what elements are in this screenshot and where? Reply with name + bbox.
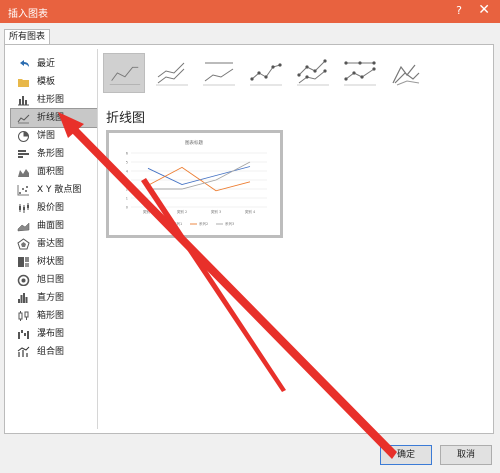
sidebar-item-label: 曲面图 <box>37 221 65 231</box>
histogram-chart-icon <box>18 293 28 303</box>
y-tick-label: 5 <box>126 161 128 165</box>
chart-panel: 最近模板柱形图折线图饼图条形图面积图 X Y 散点图 股价图曲面图雷达图树状图旭日图… <box>4 44 494 434</box>
title-bar: 插入图表 ? ✕ <box>0 0 500 23</box>
sidebar-item-label: 树状图 <box>37 257 65 267</box>
y-tick-label: 3 <box>126 179 128 183</box>
undo-icon <box>20 60 29 67</box>
sidebar-item-column-chart[interactable]: 柱形图 <box>11 91 97 109</box>
sidebar-item-undo[interactable]: 最近 <box>11 55 97 73</box>
sidebar-item-label: 组合图 <box>37 347 65 357</box>
surface-chart-icon <box>17 222 30 232</box>
sidebar-item-stock-chart[interactable]: 股价图 <box>11 199 97 217</box>
subtype-stacked-line[interactable] <box>150 53 192 93</box>
area-chart-icon <box>18 169 29 177</box>
chart-preview[interactable]: 图表标题 6 5 4 3 2 1 0 类别 1 类别 2 类别 3 类别 4 系列1 系列2 系列3 <box>106 130 283 238</box>
sidebar-item-label: 模板 <box>37 77 56 87</box>
sidebar-item-label: 面积图 <box>37 167 65 177</box>
sidebar-item-label: 直方图 <box>37 293 65 303</box>
series-line-1 <box>147 166 251 185</box>
sidebar-item-sunburst-chart[interactable]: 旭日图 <box>11 271 97 289</box>
sidebar-item-folder[interactable]: 模板 <box>11 73 97 91</box>
treemap-chart-icon <box>18 257 29 267</box>
sidebar-item-line-chart[interactable]: 折线图 <box>10 108 98 128</box>
combo-chart-icon <box>17 346 30 357</box>
sidebar-item-label: 旭日图 <box>37 275 65 285</box>
x-tick-label: 类别 1 <box>143 209 153 214</box>
stock-chart-icon <box>19 203 29 213</box>
ok-button[interactable]: 确定 <box>380 445 432 465</box>
sidebar-item-label: 雷达图 <box>37 239 65 249</box>
close-button[interactable]: ✕ <box>478 2 490 18</box>
sidebar-item-label: 最近 <box>37 59 56 69</box>
sidebar-item-combo-chart[interactable]: 组合图 <box>11 343 97 361</box>
sidebar-item-label: X Y 散点图 <box>37 185 82 195</box>
subtype-3d-line[interactable] <box>385 53 427 93</box>
help-button[interactable]: ? <box>456 4 462 17</box>
sidebar-item-pie-chart[interactable]: 饼图 <box>11 127 97 145</box>
legend-label: 系列2 <box>199 221 208 226</box>
preview-chart: 图表标题 6 5 4 3 2 1 0 类别 1 类别 2 类别 3 类别 4 系列1 系列2 系列3 <box>126 139 267 226</box>
sidebar-item-surface-chart[interactable]: 曲面图 <box>11 217 97 235</box>
chart-type-heading: 折线图 <box>106 111 146 126</box>
scatter-chart-icon <box>17 185 29 196</box>
sidebar-item-label: 柱形图 <box>37 95 65 105</box>
x-tick-label: 类别 2 <box>177 209 187 214</box>
sidebar-item-label: 箱形图 <box>37 311 65 321</box>
divider <box>97 49 98 429</box>
sidebar-item-label: 股价图 <box>37 203 65 213</box>
sunburst-chart-icon <box>17 274 30 286</box>
bar-chart-icon <box>18 150 29 158</box>
y-tick-label: 6 <box>126 152 128 156</box>
waterfall-chart-icon <box>18 330 29 339</box>
y-tick-label: 2 <box>126 188 128 192</box>
sidebar-item-area-chart[interactable]: 面积图 <box>11 163 97 181</box>
chart-type-list: 最近模板柱形图折线图饼图条形图面积图 X Y 散点图 股价图曲面图雷达图树状图旭日图… <box>10 55 98 361</box>
y-tick-label: 1 <box>126 197 128 201</box>
preview-title: 图表标题 <box>185 139 203 146</box>
folder-icon <box>18 79 29 87</box>
tab-all-charts[interactable]: 所有图表 <box>4 29 51 45</box>
cancel-button[interactable]: 取消 <box>440 445 492 465</box>
sidebar-item-label: 条形图 <box>37 149 65 159</box>
sidebar-item-label: 瀑布图 <box>37 329 65 339</box>
box-whisker-chart-icon <box>18 311 29 321</box>
legend-label: 系列1 <box>173 221 182 226</box>
sidebar-item-bar-chart[interactable]: 条形图 <box>11 145 97 163</box>
sidebar-item-radar-chart[interactable]: 雷达图 <box>11 235 97 253</box>
y-tick-label: 4 <box>126 170 129 174</box>
x-tick-label: 类别 3 <box>211 209 221 214</box>
line-chart-icon <box>17 114 30 124</box>
subtype-100-stacked-line-markers[interactable] <box>338 53 380 93</box>
sidebar-item-label: 饼图 <box>37 131 56 141</box>
x-tick-label: 类别 4 <box>245 209 256 214</box>
subtype-100-stacked-line[interactable] <box>197 53 239 93</box>
sidebar-item-waterfall-chart[interactable]: 瀑布图 <box>11 325 97 343</box>
sidebar-item-label: 折线图 <box>37 113 65 123</box>
y-tick-label: 0 <box>126 206 128 210</box>
column-chart-icon <box>18 96 29 106</box>
subtype-line[interactable] <box>103 53 145 93</box>
subtype-stacked-line-markers[interactable] <box>291 53 333 93</box>
sidebar-item-box-whisker-chart[interactable]: 箱形图 <box>11 307 97 325</box>
pie-chart-icon <box>18 131 29 142</box>
sidebar-item-treemap-chart[interactable]: 树状图 <box>11 253 97 271</box>
window-title: 插入图表 <box>8 9 48 20</box>
sidebar-item-scatter-chart[interactable]: X Y 散点图 <box>11 181 97 199</box>
sidebar-item-histogram-chart[interactable]: 直方图 <box>11 289 97 307</box>
subtype-line-markers[interactable] <box>244 53 286 93</box>
legend-label: 系列3 <box>225 221 234 226</box>
radar-chart-icon <box>17 238 30 250</box>
